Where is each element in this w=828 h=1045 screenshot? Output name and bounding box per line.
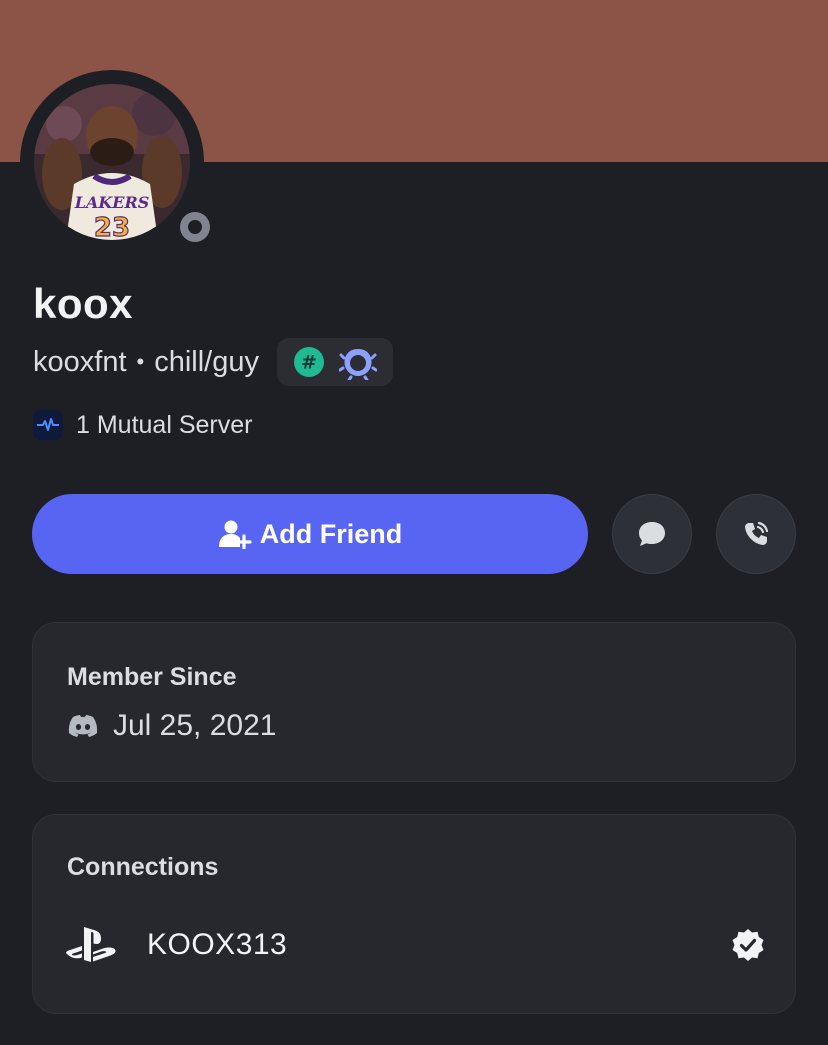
member-since-row: Jul 25, 2021 bbox=[67, 709, 276, 743]
connections-title: Connections bbox=[67, 853, 219, 881]
badge-list: # bbox=[276, 338, 393, 386]
chat-bubble-icon bbox=[639, 522, 665, 546]
server-pulse-icon bbox=[33, 410, 63, 440]
mutual-servers[interactable]: 1 Mutual Server bbox=[33, 410, 252, 440]
offline-status-icon bbox=[180, 212, 210, 242]
status-indicator bbox=[172, 204, 218, 250]
jersey-text: LAKERS bbox=[74, 193, 150, 212]
message-button[interactable] bbox=[612, 494, 692, 574]
playstation-icon bbox=[66, 927, 116, 962]
display-name: koox bbox=[33, 280, 134, 327]
pronouns: chill/guy bbox=[154, 345, 259, 378]
member-since-card: Member Since Jul 25, 2021 bbox=[32, 622, 796, 782]
jersey-number: 23 bbox=[94, 213, 130, 240]
identity-row: kooxfnt • chill/guy # bbox=[33, 338, 393, 386]
phone-call-icon bbox=[745, 521, 769, 545]
connections-card: Connections KOOX313 bbox=[32, 814, 796, 1014]
connection-item[interactable]: KOOX313 bbox=[65, 925, 765, 965]
add-friend-button[interactable]: Add Friend bbox=[32, 494, 588, 574]
mutual-servers-label: 1 Mutual Server bbox=[76, 410, 253, 439]
avatar-container[interactable]: LAKERS 23 bbox=[20, 70, 218, 254]
svg-text:#: # bbox=[301, 352, 317, 374]
connection-name: KOOX313 bbox=[147, 928, 288, 961]
discord-logo-icon bbox=[68, 715, 98, 737]
avatar[interactable]: LAKERS 23 bbox=[34, 84, 190, 240]
username[interactable]: kooxfnt bbox=[33, 346, 127, 379]
verified-check-icon bbox=[732, 929, 764, 961]
avatar-photo: LAKERS 23 bbox=[34, 84, 190, 240]
member-since-date: Jul 25, 2021 bbox=[113, 709, 277, 742]
add-user-icon bbox=[218, 520, 252, 549]
member-since-title: Member Since bbox=[67, 663, 237, 691]
separator: • bbox=[136, 349, 145, 374]
add-friend-label: Add Friend bbox=[259, 518, 403, 549]
hashtag-badge-icon[interactable]: # bbox=[293, 346, 325, 378]
call-button[interactable] bbox=[716, 494, 796, 574]
laurel-badge-icon[interactable] bbox=[338, 344, 377, 380]
